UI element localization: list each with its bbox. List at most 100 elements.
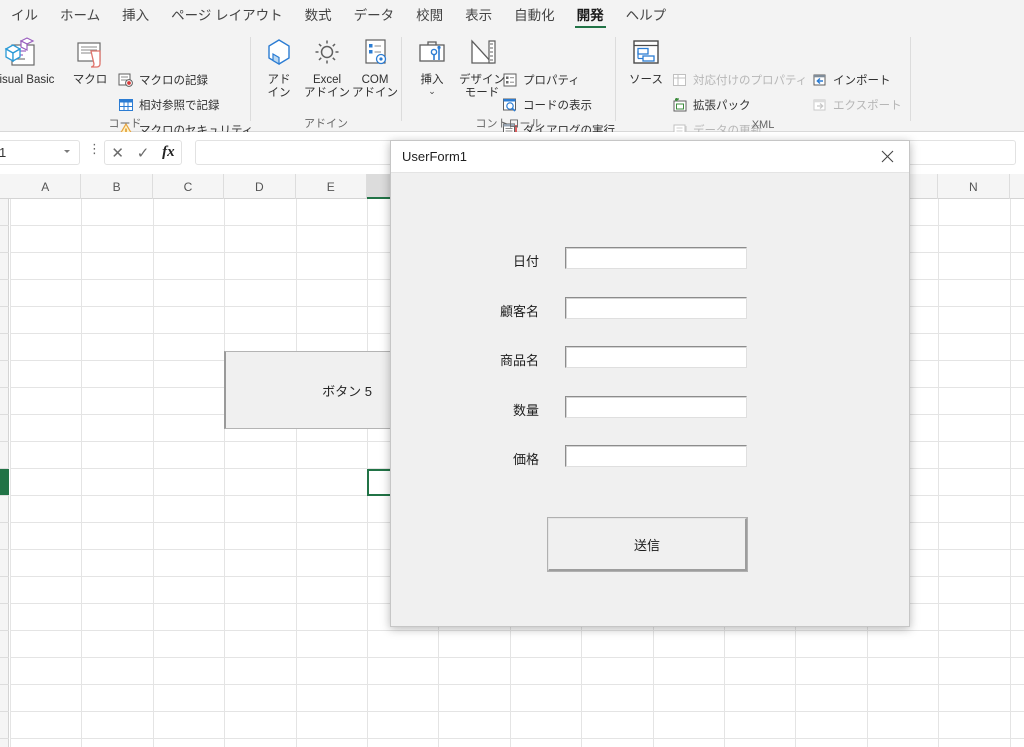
record-macro-icon xyxy=(118,72,134,88)
row-header[interactable] xyxy=(0,685,9,712)
name-box-dropdown-arrow[interactable] xyxy=(64,150,70,153)
excel-add-in-label: Excel アドイン xyxy=(304,74,350,99)
view-code-label: コードの表示 xyxy=(523,100,592,112)
ribbon-tab-1[interactable]: ホーム xyxy=(51,3,109,28)
userform-field-input-1[interactable] xyxy=(565,296,747,319)
xml-source-icon xyxy=(618,37,674,71)
userform-field-row: 日付 xyxy=(391,247,909,271)
ribbon-group-label-addin: アドイン xyxy=(304,118,348,130)
row-header[interactable] xyxy=(0,496,9,523)
macro-label: マクロ xyxy=(72,74,108,86)
column-header-C[interactable]: C xyxy=(153,174,225,199)
ribbon-group-separator xyxy=(910,37,911,121)
column-header-D[interactable]: D xyxy=(224,174,296,199)
userform-title: UserForm1 xyxy=(402,149,468,164)
userform-field-input-0[interactable] xyxy=(565,247,747,269)
row-header[interactable] xyxy=(0,361,9,388)
relative-reference-button[interactable]: 相対参照で記録 xyxy=(118,95,220,115)
macro-button[interactable]: マクロ xyxy=(62,37,118,87)
grid-line-vertical xyxy=(152,199,154,747)
row-header[interactable] xyxy=(0,442,9,469)
import-button[interactable]: インポート xyxy=(812,70,891,90)
visual-basic-label: Visual Basic xyxy=(0,74,55,86)
column-header-A[interactable]: A xyxy=(10,174,82,199)
row-header[interactable] xyxy=(0,577,9,604)
row-header[interactable] xyxy=(0,712,9,739)
ribbon-group-code: Visual Basic マクロ xyxy=(0,31,253,137)
record-macro-button[interactable]: マクロの記録 xyxy=(118,70,208,90)
grid-line-vertical xyxy=(1009,199,1011,747)
grid-line-vertical xyxy=(367,199,368,747)
ribbon-tab-3[interactable]: ページ レイアウト xyxy=(162,3,291,28)
row-header[interactable] xyxy=(0,658,9,685)
properties-icon xyxy=(502,72,518,88)
export-button: エクスポート xyxy=(812,95,902,115)
ribbon-tab-2[interactable]: 挿入 xyxy=(113,3,158,28)
properties-button[interactable]: プロパティ xyxy=(502,70,580,90)
chevron-down-icon[interactable]: ⌄ xyxy=(404,87,460,96)
com-add-in-button[interactable]: COM アドイン xyxy=(347,37,403,100)
column-header-E[interactable]: E xyxy=(296,174,367,199)
column-header-B[interactable]: B xyxy=(81,174,153,199)
design-mode-button[interactable]: デザイン モード xyxy=(454,37,510,100)
formula-bar-handle-icon[interactable]: ⋮ xyxy=(88,142,101,155)
row-header[interactable] xyxy=(0,550,9,577)
userform-dialog[interactable]: UserForm1 送信 日付 顧客名 商品名 数量 価格 xyxy=(390,140,910,627)
ribbon-tab-10[interactable]: ヘルプ xyxy=(617,3,676,28)
grid-line-vertical xyxy=(10,199,11,747)
userform-field-label-3: 数量 xyxy=(512,402,539,418)
view-code-icon xyxy=(502,97,518,113)
confirm-icon[interactable]: ✓ xyxy=(137,144,150,162)
userform-field-label-0: 日付 xyxy=(512,254,539,269)
userform-field-label-4: 価格 xyxy=(512,452,539,467)
ribbon-group-label-xml: XML xyxy=(751,119,775,131)
grid-line-horizontal xyxy=(10,711,1024,712)
ribbon-tab-5[interactable]: データ xyxy=(345,3,404,28)
close-icon[interactable] xyxy=(865,141,909,172)
row-header[interactable] xyxy=(0,415,9,442)
userform-field-label-2: 商品名 xyxy=(499,353,539,368)
userform-field-input-3[interactable] xyxy=(565,395,747,418)
row-header[interactable] xyxy=(0,280,9,307)
ribbon-group-label-controls: コントロール xyxy=(475,118,542,130)
row-header[interactable] xyxy=(0,604,9,631)
userform-field-input-2[interactable] xyxy=(565,346,747,368)
row-header[interactable] xyxy=(0,469,9,496)
visual-basic-button[interactable]: Visual Basic xyxy=(0,37,54,87)
userform-field-row: 商品名 xyxy=(391,346,909,370)
ribbon-tab-9[interactable]: 開発 xyxy=(568,3,613,28)
ribbon-tab-4[interactable]: 数式 xyxy=(296,3,341,28)
fx-icon[interactable]: fx xyxy=(162,144,175,161)
row-header[interactable] xyxy=(0,523,9,550)
ribbon-tab-7[interactable]: 表示 xyxy=(456,3,501,28)
row-header[interactable] xyxy=(0,199,9,226)
visual-basic-icon xyxy=(0,37,48,71)
ribbon-tab-6[interactable]: 校閲 xyxy=(407,3,452,28)
design-mode-icon xyxy=(454,37,510,71)
row-header[interactable] xyxy=(0,388,9,415)
row-header[interactable] xyxy=(0,631,9,658)
ribbon-tab-8[interactable]: 自動化 xyxy=(505,3,564,28)
row-header[interactable] xyxy=(0,226,9,253)
userform-field-input-4[interactable] xyxy=(565,445,747,467)
submit-button[interactable]: 送信 xyxy=(547,517,748,572)
row-header[interactable] xyxy=(0,334,9,361)
column-header-N[interactable]: N xyxy=(938,174,1010,199)
export-icon xyxy=(812,97,828,113)
insert-control-icon xyxy=(404,37,460,71)
macro-icon xyxy=(62,37,118,71)
xml-source-button[interactable]: ソース xyxy=(618,37,674,87)
row-header[interactable] xyxy=(0,253,9,280)
row-header[interactable] xyxy=(0,307,9,334)
ribbon-tab-0[interactable]: イル xyxy=(2,3,47,28)
grid-line-vertical xyxy=(224,199,226,747)
row-header[interactable] xyxy=(0,739,9,747)
expansion-pack-button[interactable]: 拡張パック xyxy=(672,95,751,115)
view-code-button[interactable]: コードの表示 xyxy=(502,95,592,115)
userform-title-bar[interactable]: UserForm1 xyxy=(391,141,909,173)
cancel-icon[interactable]: ✕ xyxy=(111,144,124,162)
insert-control-button[interactable]: 挿入 ⌄ xyxy=(404,37,460,96)
record-macro-label: マクロの記録 xyxy=(139,75,208,87)
map-properties-label: 対応付けのプロパティ xyxy=(693,75,808,87)
relative-reference-label: 相対参照で記録 xyxy=(139,100,220,112)
